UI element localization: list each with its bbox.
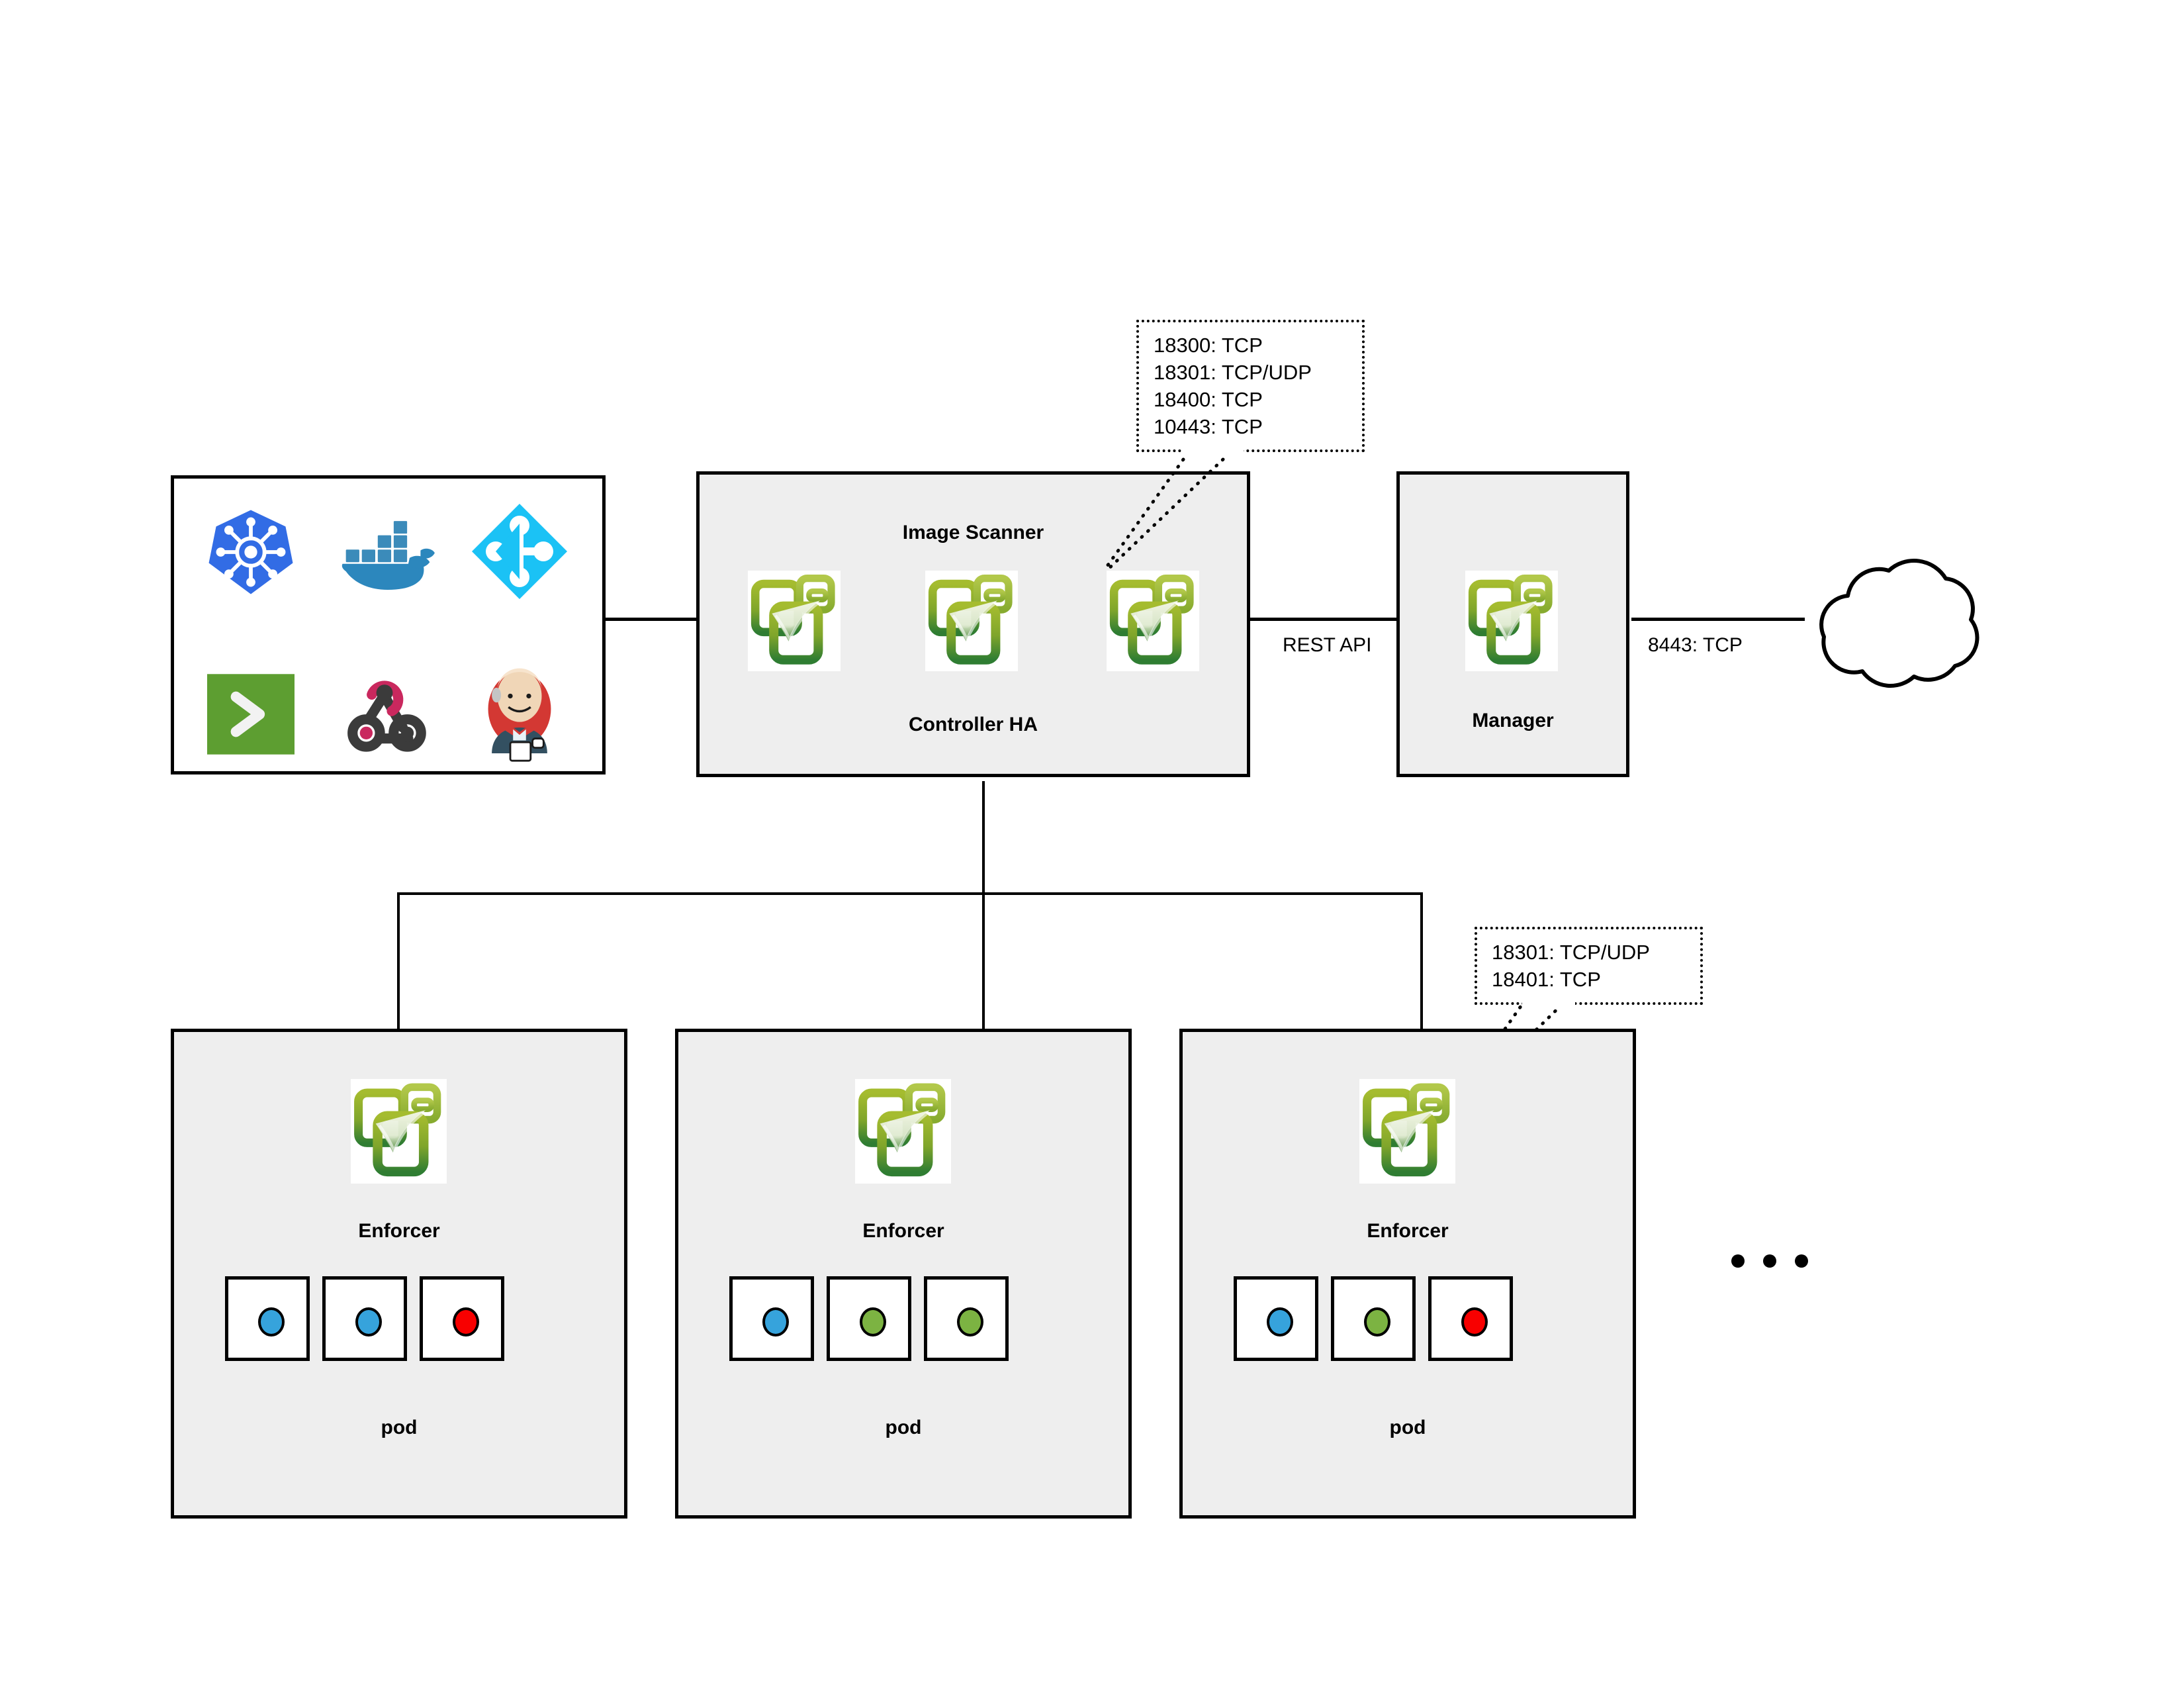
- enforcer-node-1-container-2: [322, 1276, 407, 1361]
- enforcer-node-1-logo: [351, 1079, 447, 1184]
- controller-ports-callout: 18300: TCP 18301: TCP/UDP 18400: TCP 104…: [1136, 320, 1365, 452]
- status-dot: [453, 1307, 479, 1336]
- enforcer-node-2-pod-label: pod: [885, 1417, 922, 1438]
- manager-cloud-port-label: 8443: TCP: [1648, 634, 1743, 656]
- status-dot: [1267, 1307, 1293, 1336]
- ellipsis-dot-1: [1731, 1254, 1745, 1268]
- jenkins-icon: [473, 665, 566, 763]
- enforcer-node-2-container-2: [827, 1276, 911, 1361]
- status-dot: [1364, 1307, 1390, 1336]
- enforcer-node-1-pod-label: pod: [381, 1417, 418, 1438]
- connector-controller-to-manager: [1248, 618, 1396, 621]
- docker-icon: [338, 510, 438, 594]
- connector-manager-to-cloud: [1631, 618, 1805, 621]
- enforcer-node-3-label: Enforcer: [1367, 1220, 1449, 1242]
- enforcer-node-2-container-1: [729, 1276, 814, 1361]
- external-network-cloud: [1801, 544, 2013, 696]
- connector-integrations-to-controller: [604, 618, 700, 621]
- connector-enforcer-bus: [397, 892, 1423, 895]
- callout-1-line-4: 10443: TCP: [1154, 415, 1263, 438]
- status-dot: [957, 1307, 983, 1336]
- callout-2-line-2: 18401: TCP: [1492, 968, 1601, 991]
- ellipsis-dot-3: [1795, 1254, 1808, 1268]
- status-dot: [355, 1307, 382, 1336]
- controller-node-logo-1: [748, 571, 841, 671]
- enforcer-ports-callout: 18301: TCP/UDP 18401: TCP: [1475, 927, 1703, 1005]
- status-dot: [762, 1307, 789, 1336]
- ellipsis-dot-2: [1763, 1254, 1776, 1268]
- callout-1-line-2: 18301: TCP/UDP: [1154, 361, 1312, 384]
- callout-1-line-1: 18300: TCP: [1154, 334, 1263, 357]
- cli-terminal-icon: [207, 674, 295, 755]
- callout-1-tail: [1102, 457, 1225, 574]
- enforcer-node-3-logo: [1359, 1079, 1455, 1184]
- enforcer-node-3-pod-label: pod: [1389, 1417, 1426, 1438]
- enforcer-node-3-container-1: [1234, 1276, 1318, 1361]
- enforcer-node-2-container-3: [924, 1276, 1009, 1361]
- webhook-icon: [339, 667, 430, 759]
- controller-node-logo-3: [1107, 571, 1199, 671]
- connector-controller-down: [982, 781, 985, 1029]
- manager-label: Manager: [1472, 710, 1554, 731]
- callout-2-tail-gap-mask: [1522, 1001, 1575, 1009]
- diagram-canvas: Image Scanner Controller HA REST API Man…: [0, 0, 2184, 1688]
- enforcer-node-1-label: Enforcer: [358, 1220, 440, 1242]
- azure-devops-icon: [470, 502, 569, 601]
- callout-1-tail-gap-mask: [1183, 447, 1244, 455]
- kubernetes-icon: [205, 506, 296, 598]
- manager-logo: [1465, 571, 1558, 671]
- enforcer-node-1-container-3: [420, 1276, 504, 1361]
- rest-api-label: REST API: [1283, 634, 1372, 656]
- enforcer-node-3-container-3: [1428, 1276, 1513, 1361]
- connector-drop-node-1: [397, 892, 400, 1029]
- enforcer-node-2-logo: [855, 1079, 951, 1184]
- more-nodes-ellipsis: [1731, 1254, 1808, 1268]
- status-dot: [258, 1307, 285, 1336]
- status-dot: [860, 1307, 886, 1336]
- controller-node-logo-2: [925, 571, 1018, 671]
- enforcer-node-3-container-2: [1331, 1276, 1416, 1361]
- enforcer-node-2-label: Enforcer: [862, 1220, 944, 1242]
- callout-2-line-1: 18301: TCP/UDP: [1492, 941, 1650, 964]
- enforcer-node-1-container-1: [225, 1276, 310, 1361]
- status-dot: [1461, 1307, 1488, 1336]
- connector-drop-node-3: [1420, 892, 1423, 1029]
- controller-ha-label: Controller HA: [909, 714, 1038, 735]
- callout-1-line-3: 18400: TCP: [1154, 388, 1263, 411]
